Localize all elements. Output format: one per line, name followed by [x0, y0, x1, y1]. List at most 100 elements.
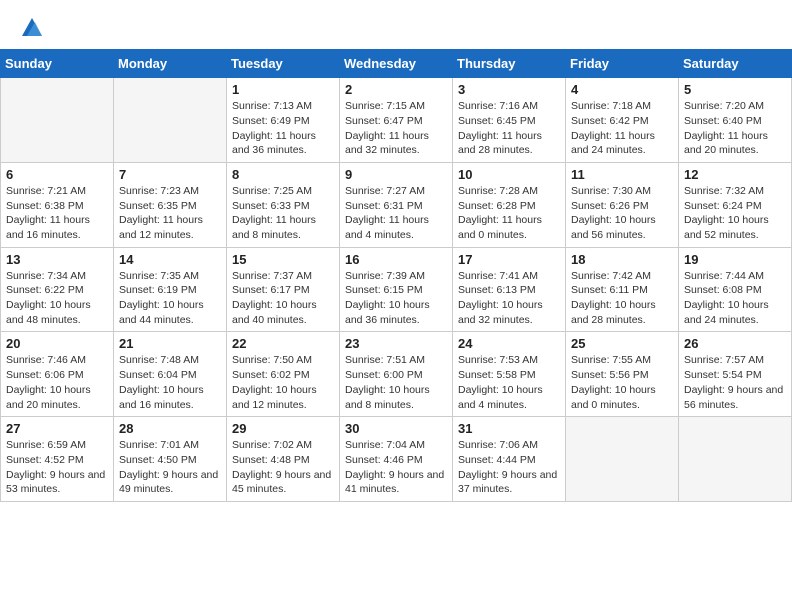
day-of-week-header: Saturday	[679, 50, 792, 78]
calendar-cell: 5 Sunrise: 7:20 AM Sunset: 6:40 PM Daylig…	[679, 78, 792, 163]
calendar-cell	[114, 78, 227, 163]
day-info: Sunrise: 7:35 AM Sunset: 6:19 PM Dayligh…	[119, 269, 221, 328]
day-number: 16	[345, 252, 447, 267]
calendar-cell: 25 Sunrise: 7:55 AM Sunset: 5:56 PM Dayli…	[566, 332, 679, 417]
day-number: 4	[571, 82, 673, 97]
calendar-cell: 30 Sunrise: 7:04 AM Sunset: 4:46 PM Dayli…	[340, 417, 453, 502]
calendar-cell: 1 Sunrise: 7:13 AM Sunset: 6:49 PM Daylig…	[227, 78, 340, 163]
day-number: 10	[458, 167, 560, 182]
calendar-week-row: 6 Sunrise: 7:21 AM Sunset: 6:38 PM Daylig…	[1, 162, 792, 247]
day-info: Sunrise: 7:15 AM Sunset: 6:47 PM Dayligh…	[345, 99, 447, 158]
day-info: Sunrise: 7:18 AM Sunset: 6:42 PM Dayligh…	[571, 99, 673, 158]
day-number: 26	[684, 336, 786, 351]
day-number: 17	[458, 252, 560, 267]
day-number: 8	[232, 167, 334, 182]
day-info: Sunrise: 7:27 AM Sunset: 6:31 PM Dayligh…	[345, 184, 447, 243]
day-number: 1	[232, 82, 334, 97]
day-number: 9	[345, 167, 447, 182]
calendar-cell: 18Sunrise: 7:42 AM Sunset: 6:11 PM Dayli…	[566, 247, 679, 332]
calendar-week-row: 1 Sunrise: 7:13 AM Sunset: 6:49 PM Daylig…	[1, 78, 792, 163]
day-info: Sunrise: 7:06 AM Sunset: 4:44 PM Dayligh…	[458, 438, 560, 497]
day-info: Sunrise: 7:48 AM Sunset: 6:04 PM Dayligh…	[119, 353, 221, 412]
day-info: Sunrise: 7:44 AM Sunset: 6:08 PM Dayligh…	[684, 269, 786, 328]
day-number: 11	[571, 167, 673, 182]
day-number: 3	[458, 82, 560, 97]
day-of-week-header: Wednesday	[340, 50, 453, 78]
calendar-cell: 31 Sunrise: 7:06 AM Sunset: 4:44 PM Dayli…	[453, 417, 566, 502]
day-number: 5	[684, 82, 786, 97]
day-info: Sunrise: 7:32 AM Sunset: 6:24 PM Dayligh…	[684, 184, 786, 243]
day-info: Sunrise: 7:25 AM Sunset: 6:33 PM Dayligh…	[232, 184, 334, 243]
day-number: 14	[119, 252, 221, 267]
day-of-week-header: Monday	[114, 50, 227, 78]
calendar-week-row: 27 Sunrise: 6:59 AM Sunset: 4:52 PM Dayli…	[1, 417, 792, 502]
day-info: Sunrise: 7:41 AM Sunset: 6:13 PM Dayligh…	[458, 269, 560, 328]
day-info: Sunrise: 6:59 AM Sunset: 4:52 PM Dayligh…	[6, 438, 108, 497]
day-number: 20	[6, 336, 108, 351]
day-number: 22	[232, 336, 334, 351]
calendar-week-row: 13Sunrise: 7:34 AM Sunset: 6:22 PM Dayli…	[1, 247, 792, 332]
calendar-cell: 3 Sunrise: 7:16 AM Sunset: 6:45 PM Daylig…	[453, 78, 566, 163]
day-info: Sunrise: 7:37 AM Sunset: 6:17 PM Dayligh…	[232, 269, 334, 328]
day-number: 18	[571, 252, 673, 267]
calendar-header-row: SundayMondayTuesdayWednesdayThursdayFrid…	[1, 50, 792, 78]
day-info: Sunrise: 7:57 AM Sunset: 5:54 PM Dayligh…	[684, 353, 786, 412]
day-info: Sunrise: 7:01 AM Sunset: 4:50 PM Dayligh…	[119, 438, 221, 497]
day-info: Sunrise: 7:51 AM Sunset: 6:00 PM Dayligh…	[345, 353, 447, 412]
day-info: Sunrise: 7:53 AM Sunset: 5:58 PM Dayligh…	[458, 353, 560, 412]
calendar-cell: 7Sunrise: 7:23 AM Sunset: 6:35 PM Daylig…	[114, 162, 227, 247]
calendar-cell: 4 Sunrise: 7:18 AM Sunset: 6:42 PM Daylig…	[566, 78, 679, 163]
calendar-cell: 19Sunrise: 7:44 AM Sunset: 6:08 PM Dayli…	[679, 247, 792, 332]
calendar-cell: 9 Sunrise: 7:27 AM Sunset: 6:31 PM Daylig…	[340, 162, 453, 247]
calendar-cell: 14 Sunrise: 7:35 AM Sunset: 6:19 PM Dayli…	[114, 247, 227, 332]
calendar-cell: 6 Sunrise: 7:21 AM Sunset: 6:38 PM Daylig…	[1, 162, 114, 247]
day-number: 12	[684, 167, 786, 182]
day-number: 25	[571, 336, 673, 351]
day-number: 24	[458, 336, 560, 351]
calendar-cell: 15 Sunrise: 7:37 AM Sunset: 6:17 PM Dayli…	[227, 247, 340, 332]
calendar-cell: 24 Sunrise: 7:53 AM Sunset: 5:58 PM Dayli…	[453, 332, 566, 417]
day-number: 30	[345, 421, 447, 436]
day-info: Sunrise: 7:30 AM Sunset: 6:26 PM Dayligh…	[571, 184, 673, 243]
day-info: Sunrise: 7:20 AM Sunset: 6:40 PM Dayligh…	[684, 99, 786, 158]
calendar-cell: 23Sunrise: 7:51 AM Sunset: 6:00 PM Dayli…	[340, 332, 453, 417]
calendar-cell: 20 Sunrise: 7:46 AM Sunset: 6:06 PM Dayli…	[1, 332, 114, 417]
calendar-cell: 16Sunrise: 7:39 AM Sunset: 6:15 PM Dayli…	[340, 247, 453, 332]
calendar-cell: 2 Sunrise: 7:15 AM Sunset: 6:47 PM Daylig…	[340, 78, 453, 163]
day-info: Sunrise: 7:21 AM Sunset: 6:38 PM Dayligh…	[6, 184, 108, 243]
calendar-cell: 26 Sunrise: 7:57 AM Sunset: 5:54 PM Dayli…	[679, 332, 792, 417]
day-info: Sunrise: 7:28 AM Sunset: 6:28 PM Dayligh…	[458, 184, 560, 243]
calendar: SundayMondayTuesdayWednesdayThursdayFrid…	[0, 49, 792, 502]
logo-icon	[22, 18, 42, 36]
day-number: 29	[232, 421, 334, 436]
day-number: 21	[119, 336, 221, 351]
day-info: Sunrise: 7:46 AM Sunset: 6:06 PM Dayligh…	[6, 353, 108, 412]
day-info: Sunrise: 7:55 AM Sunset: 5:56 PM Dayligh…	[571, 353, 673, 412]
header	[0, 0, 792, 49]
day-info: Sunrise: 7:02 AM Sunset: 4:48 PM Dayligh…	[232, 438, 334, 497]
calendar-cell: 10 Sunrise: 7:28 AM Sunset: 6:28 PM Dayli…	[453, 162, 566, 247]
day-number: 15	[232, 252, 334, 267]
day-info: Sunrise: 7:13 AM Sunset: 6:49 PM Dayligh…	[232, 99, 334, 158]
calendar-cell: 11 Sunrise: 7:30 AM Sunset: 6:26 PM Dayli…	[566, 162, 679, 247]
day-info: Sunrise: 7:16 AM Sunset: 6:45 PM Dayligh…	[458, 99, 560, 158]
logo	[20, 16, 42, 41]
calendar-cell	[1, 78, 114, 163]
calendar-week-row: 20 Sunrise: 7:46 AM Sunset: 6:06 PM Dayli…	[1, 332, 792, 417]
day-number: 28	[119, 421, 221, 436]
day-info: Sunrise: 7:04 AM Sunset: 4:46 PM Dayligh…	[345, 438, 447, 497]
day-number: 31	[458, 421, 560, 436]
day-number: 2	[345, 82, 447, 97]
calendar-cell	[679, 417, 792, 502]
day-number: 6	[6, 167, 108, 182]
calendar-cell: 21 Sunrise: 7:48 AM Sunset: 6:04 PM Dayli…	[114, 332, 227, 417]
day-number: 27	[6, 421, 108, 436]
day-of-week-header: Tuesday	[227, 50, 340, 78]
day-info: Sunrise: 7:50 AM Sunset: 6:02 PM Dayligh…	[232, 353, 334, 412]
day-info: Sunrise: 7:23 AM Sunset: 6:35 PM Dayligh…	[119, 184, 221, 243]
calendar-cell: 8 Sunrise: 7:25 AM Sunset: 6:33 PM Daylig…	[227, 162, 340, 247]
day-of-week-header: Thursday	[453, 50, 566, 78]
calendar-cell	[566, 417, 679, 502]
calendar-cell: 13Sunrise: 7:34 AM Sunset: 6:22 PM Dayli…	[1, 247, 114, 332]
day-of-week-header: Sunday	[1, 50, 114, 78]
